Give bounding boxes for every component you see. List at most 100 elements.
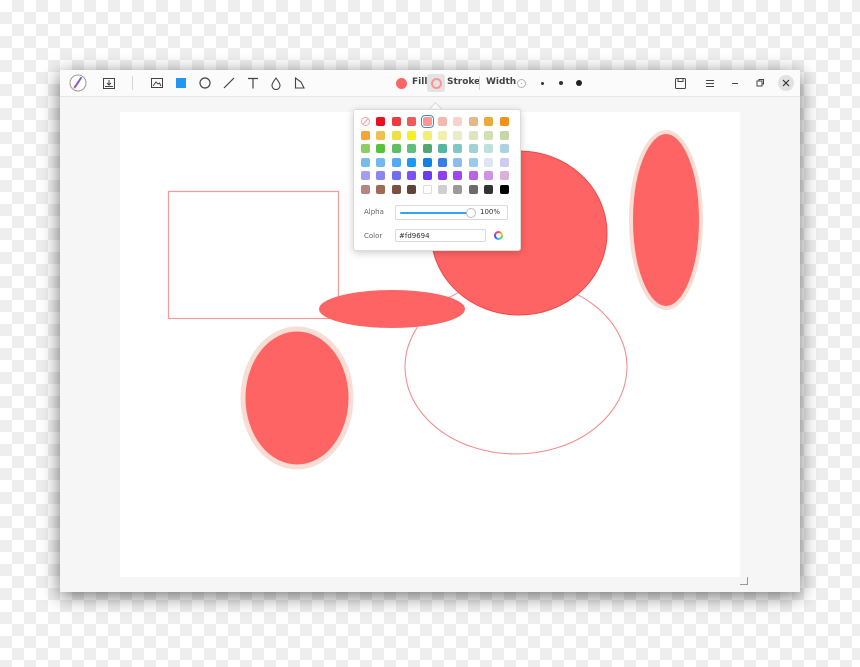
color-swatch[interactable] [407, 171, 417, 181]
color-swatch[interactable] [376, 157, 386, 167]
color-swatch[interactable] [376, 117, 386, 126]
color-swatch[interactable] [391, 117, 401, 126]
color-swatch[interactable] [484, 144, 494, 154]
color-swatch[interactable] [361, 144, 370, 154]
color-swatch[interactable] [391, 130, 401, 140]
restore-icon[interactable] [753, 76, 767, 90]
ellipse-shape[interactable] [629, 130, 703, 310]
color-swatch[interactable] [484, 157, 494, 167]
color-swatch[interactable] [453, 144, 463, 154]
color-swatch[interactable] [437, 171, 447, 181]
color-swatch[interactable] [376, 144, 386, 154]
color-swatch[interactable] [376, 171, 386, 181]
color-swatch[interactable] [437, 144, 447, 154]
color-swatch[interactable] [391, 157, 401, 167]
blur-icon[interactable] [269, 76, 283, 90]
close-icon[interactable] [778, 75, 794, 91]
color-swatch[interactable] [437, 157, 447, 167]
color-swatch[interactable] [468, 157, 478, 167]
canvas-resize-handle[interactable] [740, 577, 748, 585]
width-option-small[interactable] [536, 77, 548, 89]
ellipse-icon[interactable] [198, 76, 212, 90]
toolbar-divider [479, 76, 480, 90]
color-swatch[interactable] [453, 117, 463, 126]
color-swatch[interactable] [422, 130, 432, 140]
color-swatch[interactable] [407, 184, 417, 194]
color-swatch[interactable] [361, 157, 370, 167]
color-swatch[interactable] [499, 144, 509, 154]
alpha-slider[interactable]: 100% [395, 205, 508, 220]
color-swatch[interactable] [468, 144, 478, 154]
width-option-none[interactable] [515, 77, 527, 89]
crop-icon[interactable] [292, 76, 306, 90]
color-swatch[interactable] [499, 184, 509, 194]
color-swatch[interactable] [407, 130, 417, 140]
color-swatch-grid [361, 115, 509, 194]
color-swatch[interactable] [391, 184, 401, 194]
alpha-slider-knob[interactable] [466, 208, 476, 218]
color-swatch[interactable] [407, 144, 417, 154]
rectangle-icon[interactable] [174, 76, 188, 90]
line-icon[interactable] [222, 76, 236, 90]
color-swatch[interactable] [468, 130, 478, 140]
color-wheel-icon[interactable] [494, 231, 503, 240]
color-swatch[interactable] [499, 130, 509, 140]
no-color-swatch[interactable] [361, 117, 370, 126]
alpha-label: Alpha [364, 208, 384, 216]
color-swatch[interactable] [453, 157, 463, 167]
color-swatch[interactable] [407, 117, 417, 126]
width-label: Width [486, 77, 517, 87]
menu-icon[interactable] [703, 76, 717, 90]
color-swatch[interactable] [468, 171, 478, 181]
toolbar-divider [132, 76, 133, 90]
import-icon[interactable] [102, 76, 116, 90]
rectangle-shape[interactable] [167, 190, 340, 320]
text-icon[interactable] [246, 76, 260, 90]
ellipse-shape[interactable] [319, 290, 465, 328]
color-swatch[interactable] [499, 171, 509, 181]
brush-logo-icon [69, 74, 87, 92]
width-option-medium[interactable] [555, 77, 567, 89]
color-swatch[interactable] [407, 157, 417, 167]
color-swatch[interactable] [453, 184, 463, 194]
color-swatch[interactable] [376, 130, 386, 140]
color-swatch[interactable] [437, 184, 447, 194]
color-swatch[interactable] [361, 171, 370, 181]
color-swatch[interactable] [468, 117, 478, 126]
fill-color-button[interactable] [394, 76, 408, 90]
color-swatch[interactable] [391, 171, 401, 181]
color-swatch[interactable] [484, 184, 494, 194]
stroke-label[interactable]: Stroke [447, 77, 480, 87]
color-hex-input[interactable]: #fd9694 [395, 229, 486, 242]
color-swatch[interactable] [391, 144, 401, 154]
color-label: Color [364, 232, 383, 240]
color-swatch[interactable] [437, 117, 447, 126]
minimize-icon[interactable] [728, 76, 742, 90]
color-swatch[interactable] [499, 157, 509, 167]
color-swatch[interactable] [484, 130, 494, 140]
color-swatch[interactable] [499, 117, 509, 126]
ellipse-shape[interactable] [240, 326, 354, 470]
color-swatch[interactable] [361, 184, 370, 194]
stroke-color-button[interactable] [427, 74, 445, 92]
color-swatch[interactable] [422, 144, 432, 154]
color-swatch[interactable] [422, 184, 432, 194]
color-swatch[interactable] [376, 184, 386, 194]
stroke-color-swatch [430, 77, 442, 89]
fill-label[interactable]: Fill [412, 77, 427, 87]
alpha-slider-track [400, 212, 470, 214]
image-icon[interactable] [150, 76, 164, 90]
color-swatch[interactable] [422, 157, 432, 167]
color-swatch[interactable] [453, 130, 463, 140]
color-swatch[interactable] [468, 184, 478, 194]
toolbar: Fill Stroke Width [60, 70, 800, 97]
color-swatch[interactable] [361, 130, 370, 140]
color-swatch[interactable] [437, 130, 447, 140]
color-swatch[interactable] [422, 171, 432, 181]
color-swatch[interactable] [453, 171, 463, 181]
save-icon[interactable] [673, 76, 687, 90]
color-swatch[interactable] [484, 171, 494, 181]
color-swatch[interactable] [484, 117, 494, 126]
color-swatch[interactable] [420, 115, 434, 128]
width-option-large[interactable] [573, 77, 585, 89]
